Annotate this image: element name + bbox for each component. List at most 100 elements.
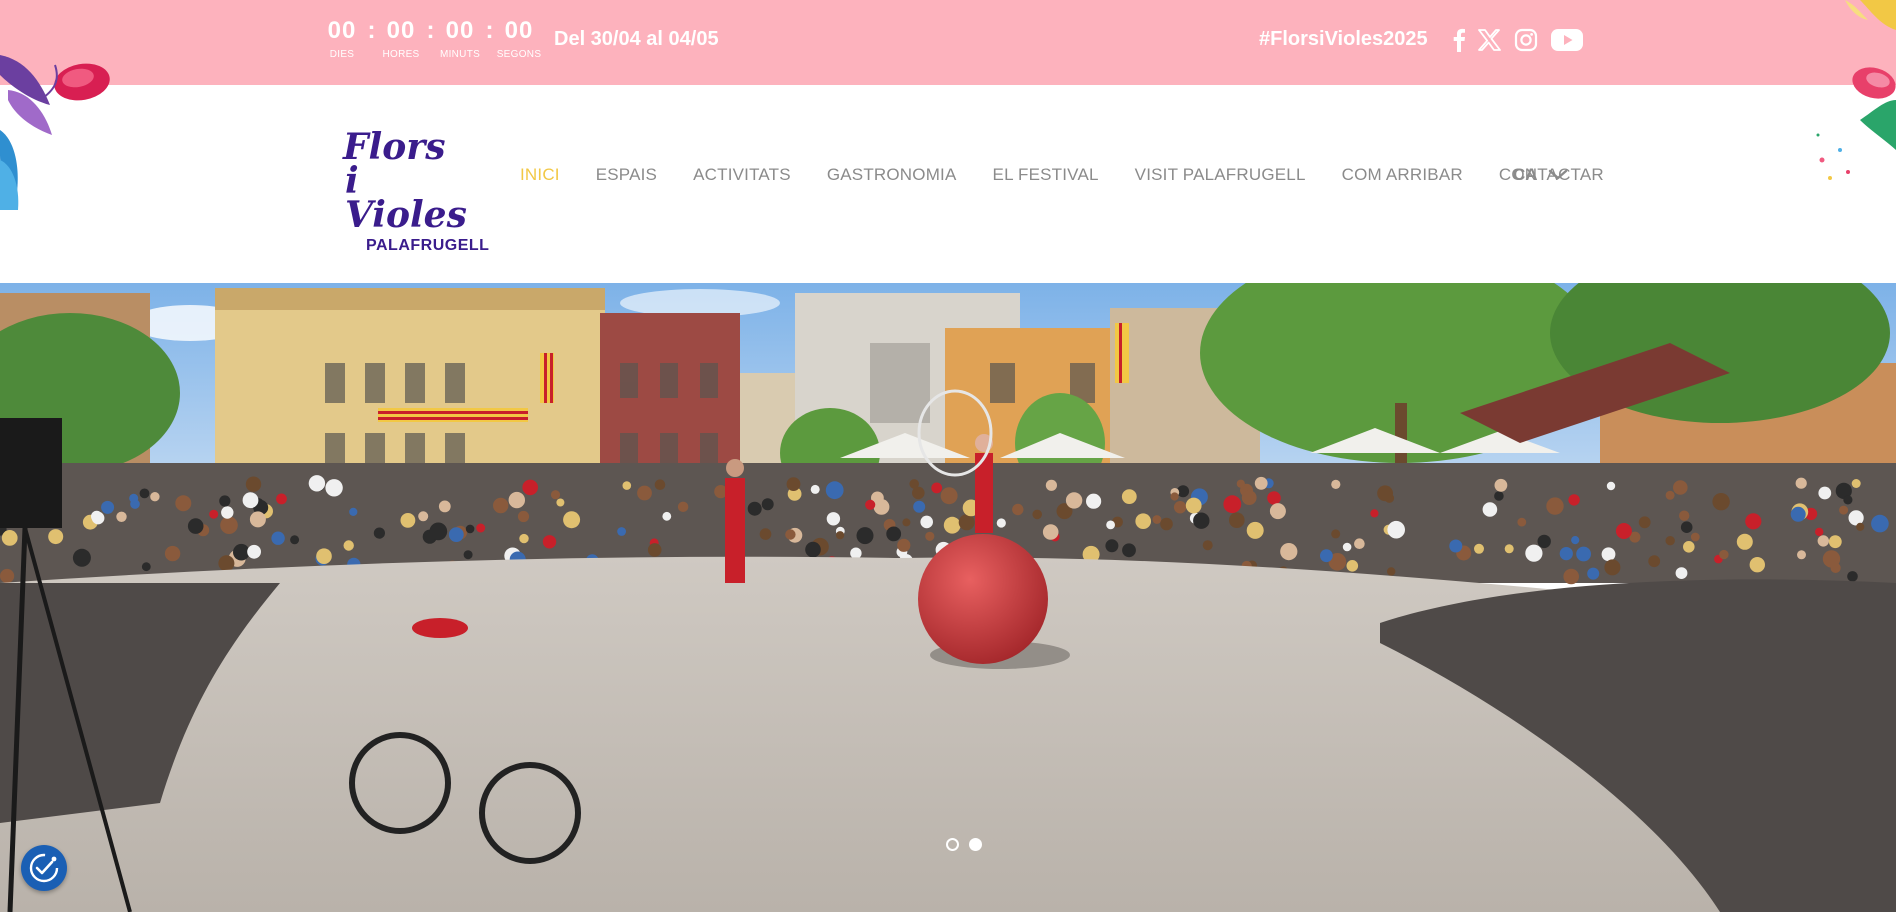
crowd-figure [1482,502,1498,517]
crowd-figure [647,543,662,557]
crowd-figure [1604,559,1621,576]
crowd-figure [836,531,845,540]
crowd-figure [1839,505,1849,515]
crowd-figure [1648,555,1661,568]
crowd-figure [920,515,933,529]
instagram-icon[interactable] [1514,26,1538,54]
site-logo[interactable]: Flors i Violes PALAFRUGELL [343,129,489,254]
youtube-icon[interactable] [1550,26,1584,54]
countdown-separator: : [367,17,376,44]
crowd-figure [72,548,91,567]
crowd-figure [219,495,231,507]
crowd-figure [1665,536,1675,546]
crowd-figure [563,511,581,529]
countdown-minutes: 00 MINUTS [440,18,480,61]
crowd-figure [826,512,841,526]
crowd-figure [1254,476,1268,490]
countdown-seconds-value: 00 [504,17,534,44]
crowd-figure [1494,478,1508,492]
crowd-figure [1795,477,1807,489]
crowd-figure [1817,535,1830,547]
crowd-figure [1122,543,1136,558]
crowd-figure [1170,492,1179,501]
crowd-figure [1517,517,1527,527]
language-selector[interactable]: CA [1513,165,1568,185]
crowd-figure [1828,535,1842,549]
festival-dates: Del 30/04 al 04/05 [554,28,719,50]
nav-item-gastronomia[interactable]: GASTRONOMIA [827,165,957,185]
facebook-icon[interactable] [1452,26,1466,54]
crowd-figure [1679,510,1690,521]
crowd-figure [1749,557,1766,573]
crowd-figure [221,506,234,519]
nav-item-com-arribar[interactable]: COM ARRIBAR [1342,165,1463,185]
crowd-figure [850,547,862,559]
crowd-figure [1559,547,1573,561]
nav-item-visit-palafrugell[interactable]: VISIT PALAFRUGELL [1135,165,1306,185]
crowd-figure [1331,529,1341,539]
crowd-figure [1563,568,1579,585]
crowd-figure [1683,541,1695,553]
crowd-figure [139,488,150,499]
social-links [1452,26,1584,54]
crowd-figure [308,475,326,492]
countdown-days-label: DIES [329,49,355,60]
crowd-figure [1571,536,1580,545]
countdown-days: 00 DIES [322,18,362,61]
countdown: 00 DIES : 00 HORES : 00 MINUTS : 00 SEGO… [322,17,542,61]
crowd-figure [1576,546,1591,562]
logo-text-violes: i Violes [345,160,467,236]
crowd-figure [519,533,529,544]
decorative-flower-left [0,55,110,210]
crowd-figure [465,524,475,534]
crowd-figure [1843,495,1853,505]
crowd-figure [1202,540,1213,551]
crowd-figure [747,501,762,516]
crowd-figure [233,543,250,561]
nav-item-inici[interactable]: INICI [520,165,560,185]
crowd-figure [1719,549,1729,560]
crowd-figure [1280,543,1298,561]
crowd-figure [1267,491,1281,505]
crowd-figure [1106,520,1115,530]
hero-image [0,283,1896,912]
crowd-figure [1346,560,1359,572]
crowd-figure [1537,534,1551,549]
crowd-figure [902,518,911,527]
crowd-figure [1494,491,1504,501]
slider-dot-2[interactable] [969,838,982,851]
crowd-figure [349,507,358,516]
crowd-figure [116,511,127,522]
crowd-figure [825,481,844,500]
top-bar: 00 DIES : 00 HORES : 00 MINUTS : 00 SEGO… [0,0,1896,85]
crowd-figure [1818,486,1832,500]
crowd-figure [1665,490,1675,500]
crowd-figure [1377,485,1393,502]
crowd-figure [1736,533,1753,550]
crowd-figure [91,510,103,523]
nav-item-espais[interactable]: ESPAIS [596,165,657,185]
x-icon[interactable] [1478,26,1502,54]
crowd-figure [677,501,689,512]
crowd-figure [1690,532,1700,542]
crowd-figure [550,490,561,500]
crowd-figure [48,529,64,545]
crowd-figure [759,528,772,540]
nav-item-el-festival[interactable]: EL FESTIVAL [993,165,1099,185]
countdown-seconds-label: SEGONS [496,49,542,60]
crowd-figure [325,479,343,497]
cookie-consent-button[interactable] [21,845,67,891]
countdown-hours-label: HORES [382,49,420,60]
slider-dot-1[interactable] [946,838,959,851]
nav-item-activitats[interactable]: ACTIVITATS [693,165,791,185]
crowd-figure [1185,497,1202,514]
main-nav: INICI ESPAIS ACTIVITATS GASTRONOMIA EL F… [520,165,1640,185]
crowd-figure [637,485,652,501]
crowd-figure [810,484,820,494]
crowd-figure [290,535,300,545]
crowd-figure [654,479,666,490]
crowd-figure [1587,567,1600,580]
crowd-figure [785,529,796,540]
crowd-figure [429,522,448,541]
countdown-separator: : [485,17,494,44]
